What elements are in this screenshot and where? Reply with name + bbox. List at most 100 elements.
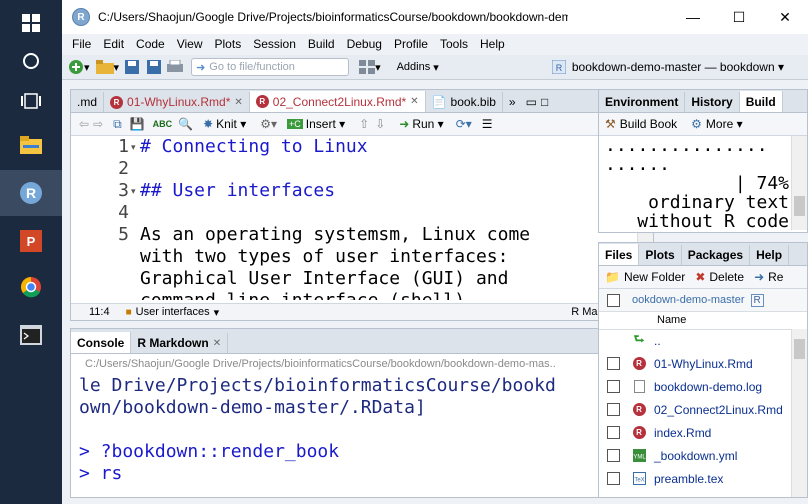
menu-view[interactable]: View [177, 37, 203, 51]
file-checkbox[interactable] [607, 403, 620, 416]
save-button[interactable] [125, 58, 140, 76]
console-input-line[interactable]: > rs [79, 463, 627, 485]
back-arrow-icon[interactable]: ⇦ [79, 117, 89, 131]
file-row[interactable]: R 01-WhyLinux.Rmd [599, 352, 807, 375]
file-row[interactable]: bookdown-demo.log [599, 375, 807, 398]
tab-md-file[interactable]: .md [71, 92, 105, 112]
file-checkbox[interactable] [607, 449, 620, 462]
tab-plots[interactable]: Plots [639, 245, 682, 265]
fold-icon[interactable]: ▾ [131, 180, 136, 202]
terminal-app-icon[interactable] [0, 312, 62, 358]
open-folder-icon [95, 60, 114, 74]
file-row[interactable]: TeX preamble.tex [599, 467, 807, 490]
project-menu[interactable]: R bookdown-demo-master — bookdown ▾ [551, 60, 784, 74]
show-in-window-icon[interactable]: ⧉ [113, 117, 122, 132]
tab-book-bib[interactable]: 📄 book.bib [426, 92, 503, 112]
console-output[interactable]: le Drive/Projects/bioinformaticsCourse/b… [79, 375, 627, 493]
rerun-icon[interactable]: ⟳▾ [456, 117, 472, 131]
files-scrollbar[interactable] [791, 329, 807, 497]
minimize-pane-icon[interactable]: ▭ [526, 95, 537, 109]
maximize-pane-icon[interactable]: □ [541, 95, 548, 109]
project-icon[interactable]: R [750, 293, 764, 307]
build-output-line: ...... [605, 154, 671, 175]
tab-r-markdown[interactable]: R Markdown ✕ [131, 333, 229, 353]
delete-button[interactable]: ✖ Delete [695, 270, 744, 284]
menu-edit[interactable]: Edit [103, 37, 124, 51]
name-column-header[interactable]: Name [657, 314, 686, 326]
hammer-icon: ⚒ [605, 117, 616, 131]
save-icon[interactable]: 💾 [130, 117, 145, 131]
tab-build[interactable]: Build [739, 91, 783, 112]
menu-file[interactable]: File [72, 37, 91, 51]
files-path[interactable]: ookdown-demo-master [632, 294, 745, 306]
tab-environment[interactable]: Environment [599, 92, 686, 112]
close-tab-icon[interactable]: ✕ [213, 338, 221, 349]
menu-tools[interactable]: Tools [440, 37, 468, 51]
open-project-button[interactable]: ▾ [95, 58, 119, 76]
go-down-icon[interactable]: ⇩ [375, 117, 385, 131]
file-checkbox[interactable] [607, 357, 620, 370]
files-tabs: Files Plots Packages Help [599, 243, 807, 266]
file-row[interactable]: R index.Rmd [599, 421, 807, 444]
current-section[interactable]: User interfaces [136, 306, 210, 318]
task-view-icon[interactable] [0, 78, 62, 124]
menu-session[interactable]: Session [253, 37, 296, 51]
file-checkbox[interactable] [607, 472, 620, 485]
tab-help[interactable]: Help [750, 245, 790, 265]
settings-gear-icon[interactable]: ⚙▾ [260, 117, 277, 131]
tab-02-connect2linux[interactable]: R 02_Connect2Linux.Rmd* ✕ [249, 91, 426, 112]
file-icon: 📄 [431, 95, 447, 109]
file-row[interactable]: YML _bookdown.yml [599, 444, 807, 467]
build-book-button[interactable]: ⚒ Build Book [605, 117, 677, 131]
tab-history[interactable]: History [685, 92, 740, 112]
forward-arrow-icon[interactable]: ⇨ [93, 117, 103, 131]
section-dropdown-icon[interactable]: ▾ [214, 306, 220, 319]
spellcheck-icon[interactable]: ABC [153, 119, 173, 129]
menu-debug[interactable]: Debug [347, 37, 382, 51]
menu-code[interactable]: Code [136, 37, 165, 51]
fold-icon[interactable]: ▾ [131, 136, 136, 158]
print-button[interactable] [167, 58, 184, 76]
menu-profile[interactable]: Profile [394, 37, 428, 51]
close-tab-icon[interactable]: ✕ [410, 96, 418, 107]
pane-layout-button[interactable]: ▾ [359, 58, 381, 76]
save-all-button[interactable] [145, 58, 162, 76]
code-area[interactable]: # Connecting to Linux ## User interfaces… [140, 136, 580, 300]
tab-console[interactable]: Console [71, 332, 132, 353]
find-icon[interactable]: 🔍 [178, 117, 193, 131]
file-checkbox[interactable] [607, 380, 620, 393]
powerpoint-icon[interactable]: P [0, 218, 62, 264]
run-button[interactable]: ➜ Run ▾ [399, 117, 443, 131]
minimize-button[interactable]: — [670, 0, 716, 34]
maximize-button[interactable]: ☐ [716, 0, 762, 34]
outline-icon[interactable]: ☰ [482, 117, 493, 131]
more-tabs-icon[interactable]: » [509, 95, 516, 109]
select-all-checkbox[interactable] [607, 293, 620, 307]
go-to-file-input[interactable]: ➜ Go to file/function [191, 58, 350, 76]
knit-button[interactable]: ✸ Knit ▾ [203, 117, 246, 131]
tab-packages[interactable]: Packages [682, 245, 751, 265]
console-pane: Console R Markdown ✕ C:/Users/Shaojun/Goo… [70, 328, 654, 498]
tab-files[interactable]: Files [599, 244, 640, 265]
rename-button[interactable]: ➜ Re [754, 270, 783, 284]
chrome-icon[interactable] [0, 264, 62, 310]
more-button[interactable]: ⚙ More ▾ [691, 117, 742, 131]
rstudio-taskbar-icon[interactable]: R [0, 170, 62, 216]
file-row[interactable]: R 02_Connect2Linux.Rmd [599, 398, 807, 421]
addins-button[interactable]: Addins ▾ [397, 58, 439, 76]
close-button[interactable]: ✕ [762, 0, 808, 34]
new-file-icon [69, 60, 83, 74]
menu-help[interactable]: Help [480, 37, 505, 51]
file-checkbox[interactable] [607, 426, 620, 439]
tab-01-whylinux[interactable]: R 01-WhyLinux.Rmd* ✕ [104, 92, 250, 112]
menu-plots[interactable]: Plots [215, 37, 242, 51]
build-scrollbar[interactable] [791, 136, 807, 230]
new-file-button[interactable]: ▾ [68, 58, 90, 76]
go-up-icon[interactable]: ⇧ [359, 117, 369, 131]
file-explorer-icon[interactable] [0, 122, 62, 168]
close-tab-icon[interactable]: ✕ [234, 97, 242, 108]
insert-button[interactable]: +C Insert ▾ [287, 117, 345, 131]
new-folder-button[interactable]: 📁 New Folder [605, 270, 685, 284]
file-row-up[interactable]: ⮑ .. [599, 329, 807, 352]
menu-build[interactable]: Build [308, 37, 335, 51]
